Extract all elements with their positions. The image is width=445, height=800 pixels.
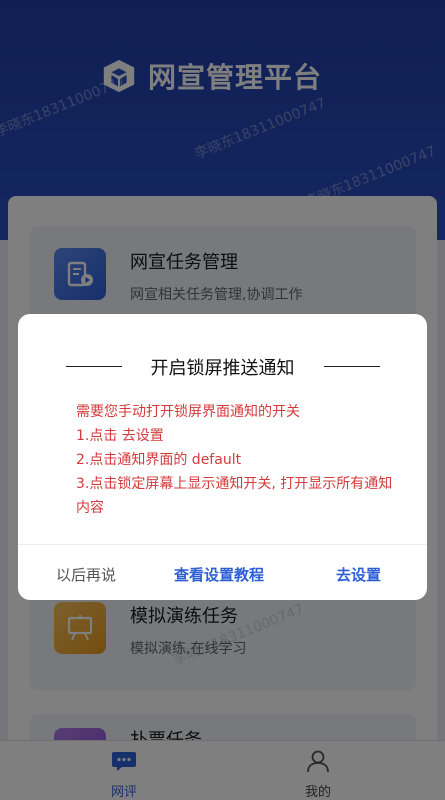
dialog-line: 需要您手动打开锁屏界面通知的开关 xyxy=(76,404,300,420)
dialog-title: 开启锁屏推送通知 xyxy=(150,358,295,379)
view-tutorial-button[interactable]: 查看设置教程 xyxy=(174,564,264,585)
later-button[interactable]: 以后再说 xyxy=(56,564,116,585)
go-to-settings-button[interactable]: 去设置 xyxy=(336,564,381,585)
app-screen: 网宣管理平台 李晓东18311000747 李晓东18311000747 李晓东… xyxy=(0,0,445,800)
divider xyxy=(324,366,380,367)
dialog-line: 3.点击锁定屏幕上显示通知开关, 打开显示所有通知内容 xyxy=(76,476,393,516)
divider xyxy=(18,544,427,545)
dialog-message: 需要您手动打开锁屏界面通知的开关 1.点击 去设置 2.点击通知界面的 defa… xyxy=(76,400,406,520)
dialog-header: 开启锁屏推送通知 xyxy=(18,354,427,379)
notification-permission-dialog: 开启锁屏推送通知 需要您手动打开锁屏界面通知的开关 1.点击 去设置 2.点击通… xyxy=(18,314,427,600)
dialog-line: 2.点击通知界面的 default xyxy=(76,452,242,468)
dialog-line: 1.点击 去设置 xyxy=(76,428,164,444)
